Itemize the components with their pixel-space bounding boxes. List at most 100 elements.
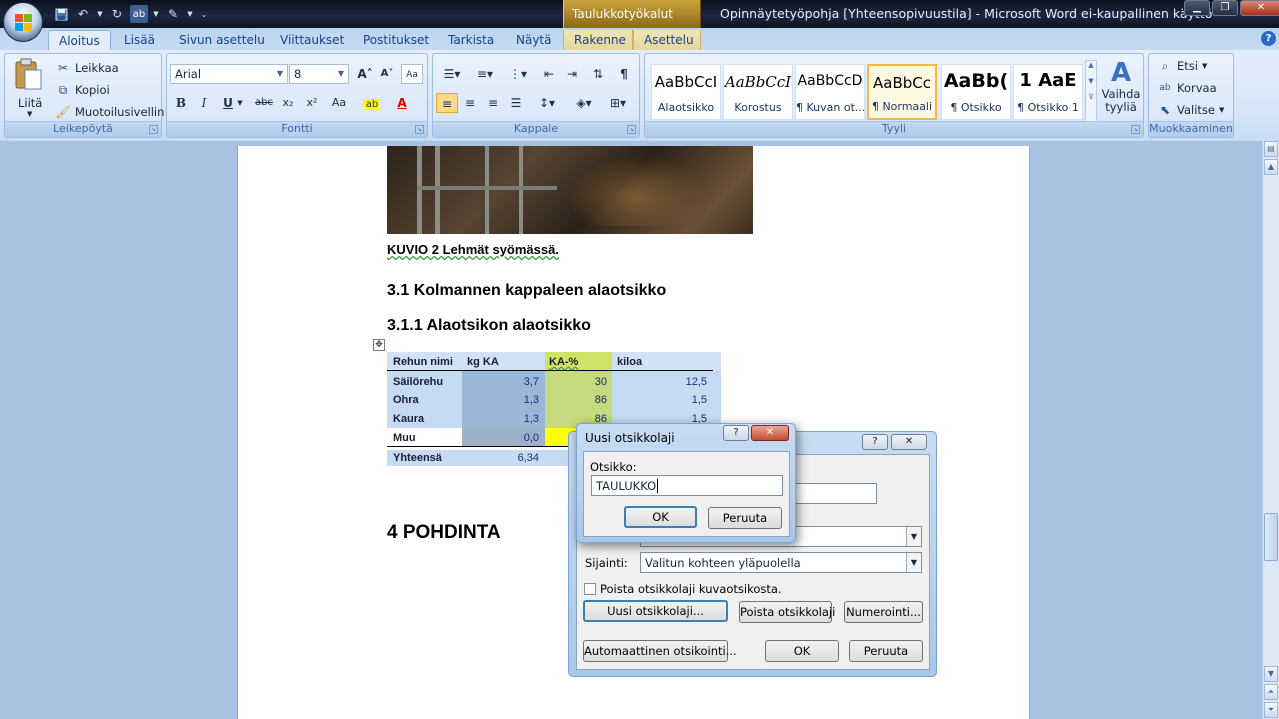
minimize-button[interactable]: ▁ <box>1184 0 1210 16</box>
italic-button[interactable]: I <box>193 93 215 113</box>
close-button[interactable]: ✕ <box>1240 0 1279 16</box>
autocaption-button[interactable]: Automaattinen otsikointi... <box>583 640 737 662</box>
copy-button[interactable]: ⧉ Kopioi <box>55 82 110 98</box>
spelling-dropdown-icon[interactable]: ▼ <box>152 5 160 23</box>
style-normaali[interactable]: AaBbCc ¶ Normaali <box>867 64 937 120</box>
font-family-combo[interactable]: Arial ▼ <box>170 64 288 84</box>
table-move-handle-icon[interactable]: ✥ <box>373 339 385 351</box>
scroll-thumb[interactable] <box>1264 513 1278 561</box>
strikethrough-button[interactable]: abc <box>251 93 277 113</box>
format-dropdown-icon[interactable]: ▼ <box>186 5 194 23</box>
clipboard-launcher-icon[interactable]: ↘ <box>149 125 158 134</box>
scroll-down-icon[interactable]: ▼ <box>1264 666 1278 682</box>
superscript-button[interactable]: x² <box>301 93 323 113</box>
clear-format-icon[interactable]: Aa <box>401 64 423 84</box>
replace-button[interactable]: ab Korvaa <box>1157 80 1216 96</box>
bold-button[interactable]: B <box>170 93 192 113</box>
font-size-combo[interactable]: 8 ▼ <box>289 64 349 84</box>
new-label-close-button[interactable]: ✕ <box>751 425 789 441</box>
multilevel-list-icon[interactable]: ⋮▾ <box>503 64 533 84</box>
styles-scroll[interactable]: ▲ ▼ ⊽ <box>1085 60 1097 122</box>
style-otsikko-1[interactable]: 1 AaE ¶ Otsikko 1 <box>1013 64 1083 120</box>
tab-tarkista[interactable]: Tarkista <box>438 30 504 50</box>
new-label-help-button[interactable]: ? <box>723 425 749 441</box>
shrink-font-button[interactable]: A˅ <box>376 64 398 84</box>
increase-indent-icon[interactable]: ⇥ <box>561 64 583 84</box>
exclude-label-checkbox[interactable] <box>584 583 596 595</box>
redo-icon[interactable]: ↻ <box>108 5 126 23</box>
highlight-icon[interactable]: ab <box>359 93 385 113</box>
caption-close-button[interactable]: ✕ <box>891 434 927 450</box>
style-korostus[interactable]: AaBbCcI Korostus <box>723 64 793 120</box>
next-page-icon[interactable]: ⏷ <box>1264 702 1278 718</box>
location-select[interactable]: Valitun kohteen yläpuolella ▼ <box>640 552 922 573</box>
underline-dropdown-icon[interactable]: ▼ <box>235 93 245 113</box>
show-formatting-icon[interactable]: ¶ <box>613 64 635 84</box>
align-left-icon[interactable]: ≡ <box>436 93 458 113</box>
chevron-down-icon[interactable]: ▼ <box>335 66 347 82</box>
chevron-down-icon[interactable]: ▼ <box>274 66 286 82</box>
tab-lisaa[interactable]: Lisää <box>114 30 165 50</box>
undo-icon[interactable]: ↶ <box>74 5 92 23</box>
caption-ok-button[interactable]: OK <box>765 640 839 662</box>
style-alaotsikko[interactable]: AaBbCcI Alaotsikko <box>651 64 721 120</box>
paste-button[interactable]: Liitä ▼ <box>13 58 49 118</box>
format-painter-button[interactable]: 🖌 Muotoilusivellin <box>55 104 164 120</box>
font-color-icon[interactable]: A <box>389 93 415 113</box>
change-styles-button[interactable]: A Vaihda tyyliä <box>1100 58 1142 120</box>
font-size-value: 8 <box>294 67 302 81</box>
align-right-icon[interactable]: ≡ <box>482 93 504 113</box>
otsikko-input[interactable]: TAULUKKO <box>591 475 783 496</box>
new-label-cancel-button[interactable]: Peruuta <box>708 507 782 529</box>
format-painter-icon[interactable]: ✎ <box>164 5 182 23</box>
decrease-indent-icon[interactable]: ⇤ <box>538 64 560 84</box>
new-label-button[interactable]: Uusi otsikkolaji... <box>583 600 728 622</box>
spelling-icon[interactable]: ab <box>130 5 148 23</box>
cow-photo[interactable] <box>387 146 753 234</box>
select-button[interactable]: ⬉ Valitse ▼ <box>1157 102 1224 118</box>
new-label-ok-button[interactable]: OK <box>624 506 697 528</box>
paragraph-launcher-icon[interactable]: ↘ <box>627 125 636 134</box>
sort-icon[interactable]: ⇅ <box>587 64 609 84</box>
tab-asettelu[interactable]: Asettelu <box>633 30 701 50</box>
numbering-button[interactable]: Numerointi... <box>844 601 923 623</box>
tab-viittaukset[interactable]: Viittaukset <box>270 30 354 50</box>
cut-button[interactable]: ✂ Leikkaa <box>55 60 119 76</box>
vertical-scrollbar[interactable]: ▤ ▲ ▼ ⏶ ⏷ <box>1262 141 1279 719</box>
office-button[interactable] <box>3 2 43 42</box>
tab-postitukset[interactable]: Postitukset <box>353 30 439 50</box>
find-button[interactable]: ⌕ Etsi ▼ <box>1157 58 1208 74</box>
numbering-icon[interactable]: ≡▾ <box>470 64 500 84</box>
customize-icon[interactable]: ⌄ <box>198 5 210 23</box>
styles-launcher-icon[interactable]: ↘ <box>1131 125 1140 134</box>
tab-rakenne[interactable]: Rakenne <box>563 30 633 50</box>
style-otsikko[interactable]: AaBb( ¶ Otsikko <box>941 64 1011 120</box>
justify-icon[interactable]: ☰ <box>505 93 527 113</box>
align-center-icon[interactable]: ≡ <box>459 93 481 113</box>
tab-sivun-asettelu[interactable]: Sivun asettelu <box>169 30 275 50</box>
tab-aloitus[interactable]: Aloitus <box>48 30 111 50</box>
undo-dropdown-icon[interactable]: ▼ <box>96 5 104 23</box>
caption-cancel-button[interactable]: Peruuta <box>849 640 923 662</box>
subscript-button[interactable]: x₂ <box>277 93 299 113</box>
change-case-button[interactable]: Aa <box>325 93 353 113</box>
chevron-down-icon[interactable]: ▼ <box>906 553 921 572</box>
maximize-button[interactable]: ❐ <box>1212 0 1238 16</box>
bullets-icon[interactable]: ☰▾ <box>437 64 467 84</box>
borders-icon[interactable]: ⊞▾ <box>603 93 633 113</box>
delete-label-button[interactable]: Poista otsikkolaji <box>739 601 835 623</box>
chevron-down-icon[interactable]: ▼ <box>906 527 921 546</box>
font-launcher-icon[interactable]: ↘ <box>415 125 424 134</box>
grow-font-button[interactable]: A˄ <box>354 64 376 84</box>
style-name: ¶ Normaali <box>871 100 933 113</box>
save-icon[interactable] <box>52 5 70 23</box>
prev-page-icon[interactable]: ⏶ <box>1264 684 1278 700</box>
ruler-toggle-icon[interactable]: ▤ <box>1264 141 1278 157</box>
caption-help-button[interactable]: ? <box>862 434 888 450</box>
shading-icon[interactable]: ◈▾ <box>569 93 599 113</box>
style-kuvan-otsikko[interactable]: AaBbCcD ¶ Kuvan ot... <box>795 64 865 120</box>
tab-nayta[interactable]: Näytä <box>506 30 562 50</box>
scroll-up-icon[interactable]: ▲ <box>1264 159 1278 175</box>
line-spacing-icon[interactable]: ↕▾ <box>532 93 562 113</box>
help-icon[interactable]: ? <box>1261 31 1276 46</box>
